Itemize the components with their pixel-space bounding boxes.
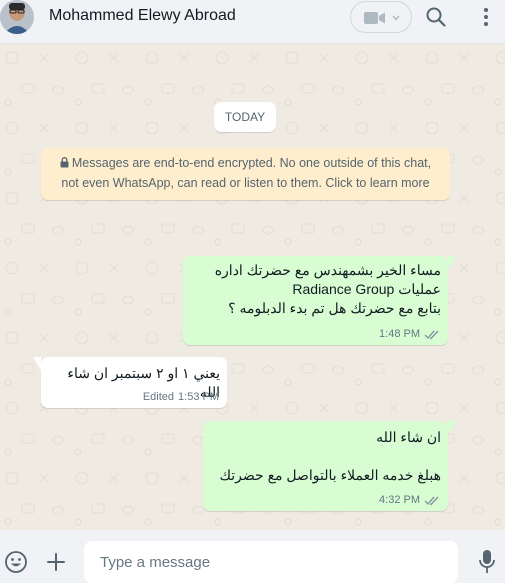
message-text: ان شاء الله هبلغ خدمه العملاء بالتواصل م… [219, 429, 441, 483]
message-time: 4:32 PM [379, 494, 420, 506]
message-meta: Edited 1:53 PM [143, 391, 219, 403]
search-icon[interactable] [425, 6, 447, 28]
message-incoming[interactable]: يعني ١ او ٢ سبتمبر ان شاء الله Edited 1:… [33, 357, 227, 408]
message-time: 1:53 PM [178, 391, 219, 403]
double-check-icon [424, 496, 439, 505]
message-meta: 1:48 PM [379, 328, 440, 340]
message-meta: 4:32 PM [379, 494, 440, 506]
compose-bar [0, 530, 505, 583]
message-input[interactable] [84, 541, 458, 583]
message-time: 1:48 PM [379, 328, 420, 340]
bubble-tail [448, 421, 456, 434]
avatar-image [0, 0, 34, 34]
edited-label: Edited [142, 391, 175, 403]
double-check-icon [424, 330, 439, 339]
bubble-tail [448, 256, 456, 269]
encryption-notice[interactable]: Messages are end-to-end encrypted. No on… [41, 148, 450, 200]
message-outgoing[interactable]: مساء الخير بشمهندس مع حضرتك اداره عمليات… [183, 256, 456, 345]
avatar[interactable] [0, 0, 34, 34]
microphone-icon[interactable] [478, 549, 496, 575]
attach-plus-icon[interactable] [46, 552, 66, 572]
emoji-icon[interactable] [4, 550, 28, 574]
menu-icon[interactable] [475, 6, 497, 28]
video-call-button[interactable] [350, 1, 412, 33]
lock-icon [60, 157, 69, 168]
chevron-down-icon [392, 15, 400, 21]
contact-name[interactable]: Mohammed Elewy Abroad [49, 7, 236, 25]
encryption-notice-text: Messages are end-to-end encrypted. No on… [61, 156, 432, 190]
bubble-tail [33, 357, 41, 370]
video-call-icon [364, 12, 385, 24]
chat-header: Mohammed Elewy Abroad [0, 0, 505, 44]
date-chip: TODAY [214, 102, 276, 132]
message-text: مساء الخير بشمهندس مع حضرتك اداره عمليات… [214, 262, 441, 316]
message-outgoing[interactable]: ان شاء الله هبلغ خدمه العملاء بالتواصل م… [203, 421, 456, 511]
